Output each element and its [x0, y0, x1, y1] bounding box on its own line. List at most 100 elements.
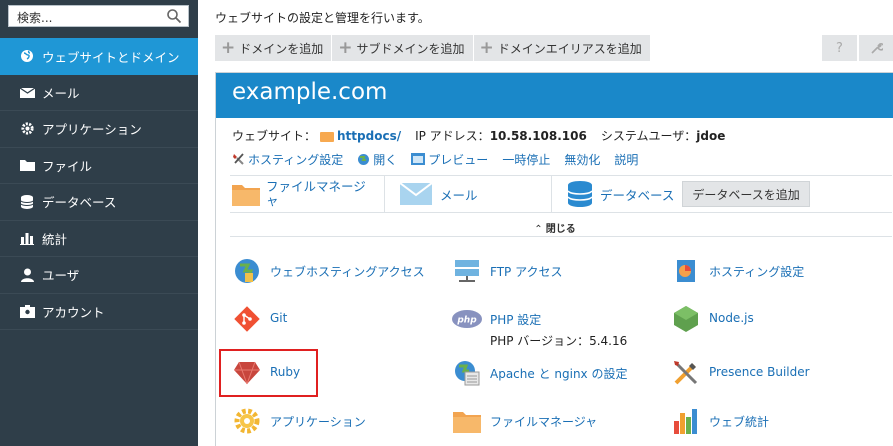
sidebar-nav: ウェブサイトとドメイン メール アプリケーション ファイル データベース 統計 …: [0, 38, 198, 330]
plus-icon: +: [221, 38, 236, 58]
website-label: ウェブサイト：: [232, 129, 317, 143]
tools-icon: [233, 152, 244, 165]
sidebar: 検索... ウェブサイトとドメイン メール アプリケーション ファイル データベ…: [0, 0, 198, 446]
ip-label: IP アドレス：: [415, 129, 490, 143]
tool-apache-nginx[interactable]: Apache と nginx の設定: [452, 358, 627, 388]
hosting-settings-link[interactable]: ホスティング設定: [232, 151, 343, 168]
toolbar: + ドメインを追加 + サブドメインを追加 + ドメインエイリアスを追加: [215, 35, 651, 61]
folder-icon: [320, 131, 335, 142]
mail-icon: [19, 84, 35, 100]
nodejs-icon: [671, 304, 701, 334]
tool-ftp-access[interactable]: FTP アクセス: [452, 256, 562, 286]
plus-icon: +: [479, 38, 494, 58]
search-icon[interactable]: [166, 8, 182, 24]
add-domain-label: ドメインを追加: [239, 41, 324, 56]
plus-icon: +: [338, 38, 353, 58]
domain-actions: ホスティング設定 開く プレビュー 一時停止 無効化 説明: [216, 144, 893, 168]
tool-presence-builder[interactable]: Presence Builder: [671, 358, 810, 388]
sidebar-item-statistics[interactable]: 統計: [0, 221, 198, 257]
search-placeholder: 検索...: [17, 11, 53, 25]
user-icon: [19, 267, 35, 283]
tool-php-settings[interactable]: php PHP 設定 PHP バージョン：5.4.16: [452, 304, 627, 349]
ruby-highlight-box: [219, 349, 318, 397]
apache-nginx-icon: [452, 358, 482, 388]
preview-link[interactable]: プレビュー: [411, 151, 488, 168]
tool-hosting-settings[interactable]: ホスティング設定: [671, 256, 804, 286]
apache-nginx-label: Apache と nginx の設定: [490, 367, 628, 381]
add-database-button[interactable]: データベースを追加: [682, 181, 810, 207]
globe-icon: [19, 48, 35, 64]
ftp-access-icon: [452, 256, 482, 286]
hosting-settings-label: ホスティング設定: [248, 152, 344, 167]
sidebar-item-applications[interactable]: アプリケーション: [0, 111, 198, 148]
presence-builder-icon: [671, 358, 701, 388]
database-icon: [19, 194, 35, 210]
preview-label: プレビュー: [428, 152, 489, 167]
search-input[interactable]: 検索...: [8, 5, 189, 27]
sidebar-item-label: アカウント: [42, 304, 105, 320]
tool-git[interactable]: Git: [232, 304, 287, 334]
tool-file-manager[interactable]: ファイルマネージャ: [452, 406, 597, 436]
add-domain-button[interactable]: + ドメインを追加: [215, 35, 333, 61]
sysuser-label: システムユーザ：: [600, 129, 697, 143]
add-alias-label: ドメインエイリアスを追加: [497, 41, 642, 56]
tool-web-statistics[interactable]: ウェブ統計: [671, 406, 769, 436]
sidebar-item-label: ユーザ: [42, 268, 80, 284]
domain-info: ウェブサイト： httpdocs/ IP アドレス： 10.58.108.106…: [216, 118, 893, 144]
bar-chart-icon: [19, 230, 35, 246]
web-hosting-access-label: ウェブホスティングアクセス: [270, 265, 425, 279]
git-icon: [232, 304, 262, 334]
suspend-label: 一時停止: [502, 152, 551, 167]
description-label: 説明: [614, 152, 639, 167]
help-icon: ?: [836, 40, 843, 56]
chevron-up-icon: ⌃: [534, 224, 543, 235]
folder-icon: [232, 185, 260, 206]
gear-icon: [19, 121, 35, 137]
ftp-access-label: FTP アクセス: [490, 265, 563, 279]
quick-database-label: データベース: [600, 187, 675, 203]
add-subdomain-button[interactable]: + サブドメインを追加: [332, 35, 474, 61]
right-toolbar: ?: [820, 35, 893, 61]
open-link[interactable]: 開く: [357, 151, 397, 168]
collapse-toggle[interactable]: ⌃ 閉じる: [216, 220, 893, 235]
tool-applications[interactable]: アプリケーション: [232, 406, 366, 436]
suspend-link[interactable]: 一時停止: [502, 151, 550, 168]
wrench-icon: [871, 42, 883, 54]
ip-value: 10.58.108.106: [489, 128, 587, 143]
sidebar-item-label: メール: [42, 85, 80, 101]
sidebar-item-mail[interactable]: メール: [0, 75, 198, 111]
git-label: Git: [270, 311, 288, 325]
quick-access: ファイルマネージャ メール データベース データベースを追加: [230, 175, 892, 213]
globe-icon: [358, 153, 370, 165]
add-subdomain-label: サブドメインを追加: [356, 41, 465, 56]
open-label: 開く: [373, 152, 398, 167]
tool-web-hosting-access[interactable]: ウェブホスティングアクセス: [232, 256, 425, 286]
php-icon: php: [452, 304, 482, 334]
sidebar-item-files[interactable]: ファイル: [0, 148, 198, 184]
database-icon: [568, 181, 592, 207]
sidebar-item-websites-domains[interactable]: ウェブサイトとドメイン: [0, 38, 198, 75]
mail-icon: [400, 183, 432, 205]
sidebar-item-account[interactable]: アカウント: [0, 294, 198, 330]
add-domain-alias-button[interactable]: + ドメインエイリアスを追加: [473, 35, 651, 61]
applications-label: アプリケーション: [270, 415, 366, 429]
sidebar-item-label: アプリケーション: [42, 122, 142, 138]
sidebar-item-databases[interactable]: データベース: [0, 184, 198, 221]
quick-file-manager[interactable]: ファイルマネージャ: [230, 176, 385, 212]
sidebar-item-label: 統計: [42, 231, 68, 247]
presence-builder-label: Presence Builder: [709, 365, 810, 379]
tool-nodejs[interactable]: Node.js: [671, 304, 754, 334]
tools-button[interactable]: [859, 35, 893, 61]
quick-mail[interactable]: メール: [385, 176, 552, 212]
disable-link[interactable]: 無効化: [564, 151, 600, 168]
add-database-label: データベースを追加: [692, 187, 800, 202]
help-button[interactable]: ?: [822, 35, 857, 61]
website-link[interactable]: httpdocs/: [337, 129, 401, 143]
page-description: ウェブサイトの設定と管理を行います。: [215, 11, 430, 25]
sidebar-item-users[interactable]: ユーザ: [0, 257, 198, 294]
description-link[interactable]: 説明: [614, 151, 638, 168]
domain-title: example.com: [216, 73, 893, 118]
file-manager-label: ファイルマネージャ: [490, 415, 598, 429]
web-statistics-label: ウェブ統計: [709, 415, 770, 429]
quick-database[interactable]: データベース データベースを追加: [552, 176, 810, 212]
